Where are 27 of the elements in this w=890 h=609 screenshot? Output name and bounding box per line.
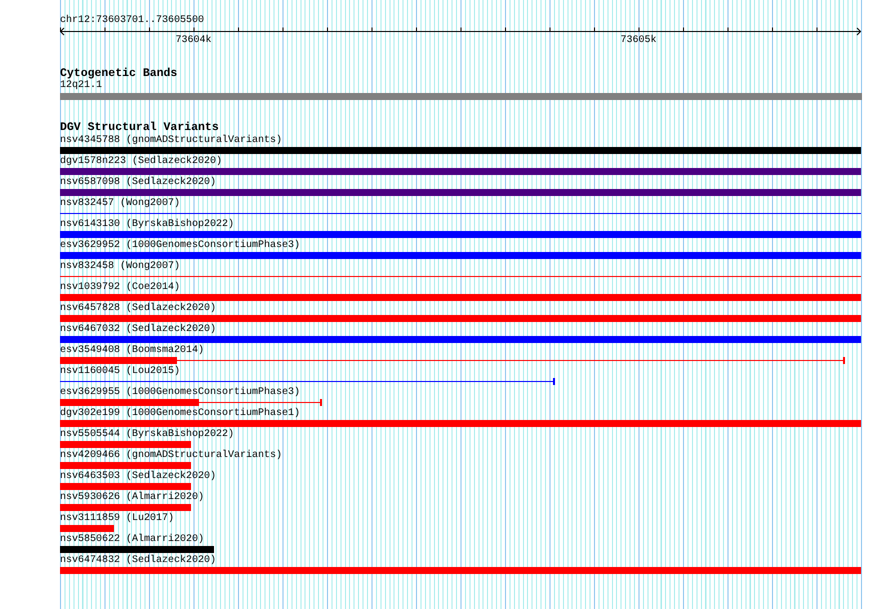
feature-label[interactable]: dgv1578n223 (Sedlazeck2020) [60,155,222,168]
feature-label[interactable]: nsv3111859 (Lu2017) [60,512,174,525]
tick-label: 73605k [620,35,656,47]
chrom-location: chr12:73603701..73605500 [60,15,204,27]
feature-label[interactable]: nsv6587098 (Sedlazeck2020) [60,176,216,189]
feature-label[interactable]: nsv5930626 (Almarri2020) [60,491,204,504]
band-label: 12q21.1 [60,80,102,92]
feature-label[interactable]: esv3629955 (1000GenomesConsortiumPhase3) [60,386,300,399]
feature-label[interactable]: nsv1160045 (Lou2015) [60,365,180,378]
tick-label: 73604k [176,35,212,47]
feature-label[interactable]: nsv832457 (Wong2007) [60,197,180,210]
feature-label[interactable]: nsv6143130 (ByrskaBishop2022) [60,218,234,231]
feature-label[interactable]: dgv302e199 (1000GenomesConsortiumPhase1) [60,407,300,420]
track-title: Cytogenetic Bands [60,68,178,80]
feature-label[interactable]: nsv5505544 (ByrskaBishop2022) [60,428,234,441]
feature-label[interactable]: nsv5850622 (Almarri2020) [60,533,204,546]
feature-label[interactable]: nsv6457828 (Sedlazeck2020) [60,302,216,315]
feature-label[interactable]: nsv6463503 (Sedlazeck2020) [60,470,216,483]
feature-label[interactable]: nsv4209466 (gnomADStructuralVariants) [60,449,282,462]
feature-label[interactable]: esv3549408 (Boomsma2014) [60,344,204,357]
feature-label[interactable]: esv3629952 (1000GenomesConsortiumPhase3) [60,239,300,252]
track-title: DGV Structural Variants [60,122,219,134]
feature-label[interactable]: nsv4345788 (gnomADStructuralVariants) [60,134,282,147]
feature-label[interactable]: nsv1039792 (Coe2014) [60,281,180,294]
feature-label[interactable]: nsv6467032 (Sedlazeck2020) [60,323,216,336]
feature-label[interactable]: nsv6474832 (Sedlazeck2020) [60,554,216,567]
feature-label[interactable]: nsv832458 (Wong2007) [60,260,180,273]
